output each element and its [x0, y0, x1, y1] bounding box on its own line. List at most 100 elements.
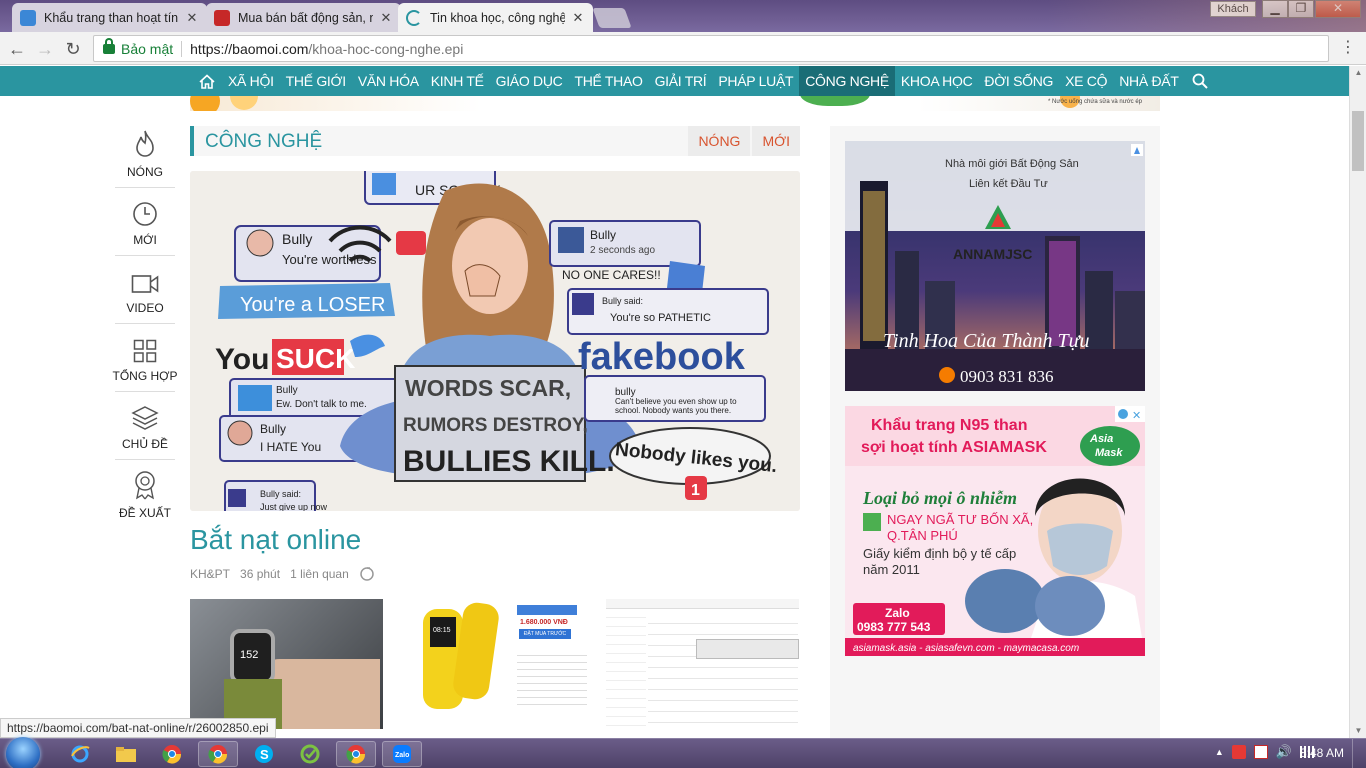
leftnav-de-xuat[interactable]: ĐỀ XUẤT [115, 460, 175, 528]
vertical-scrollbar[interactable]: ▲ ▼ [1349, 66, 1366, 738]
nav-giai-tri[interactable]: GIẢI TRÍ [649, 66, 713, 96]
browser-tab-tin-khoa-hoc[interactable]: Tin khoa học, công nghệ ✕ [398, 3, 593, 32]
nav-xe-co[interactable]: XE CỘ [1059, 66, 1113, 96]
nav-nha-dat[interactable]: NHÀ ĐẤT [1113, 66, 1184, 96]
leftnav-tong-hop[interactable]: TỔNG HỢP [113, 324, 177, 392]
hero-text: You're worthless [282, 252, 377, 267]
leftnav-video[interactable]: VIDEO [115, 256, 175, 324]
grid-icon [133, 339, 157, 363]
maximize-button[interactable]: ❐ [1288, 0, 1314, 18]
ad-cert2: năm 2011 [863, 562, 920, 577]
file-explorer-icon[interactable] [106, 741, 146, 767]
globe-favicon-icon [20, 9, 36, 26]
chrome-menu-icon[interactable]: ⋮ [1338, 38, 1358, 58]
start-button[interactable] [6, 737, 40, 768]
top-banner-ad[interactable]: * Nước uống chứa sữa và nước ép [190, 96, 1160, 111]
tab-moi[interactable]: MỚI [752, 126, 800, 156]
left-section-nav: NÓNG MỚI VIDEO TỔNG HỢP CHỦ ĐỀ ĐỀ XUẤT [113, 120, 177, 528]
leftnav-nong[interactable]: NÓNG [115, 120, 175, 188]
leftnav-moi[interactable]: MỚI [115, 188, 175, 256]
hero-text: Bully said: [260, 489, 301, 499]
tray-expand-icon[interactable]: ▲ [1215, 747, 1224, 757]
article-source[interactable]: KH&PT [190, 567, 230, 581]
internet-explorer-icon[interactable] [60, 741, 100, 767]
reload-icon[interactable]: ↻ [62, 38, 84, 60]
ad-cert1: Giấy kiểm định bộ y tế cấp [863, 546, 1016, 561]
nav-van-hoa[interactable]: VĂN HÓA [352, 66, 425, 96]
nav-the-thao[interactable]: THỂ THAO [568, 66, 648, 96]
skype-icon[interactable]: S [244, 741, 284, 767]
article-headline[interactable]: Bắt nạt online [190, 524, 361, 556]
refresh-circle-icon[interactable] [359, 566, 375, 582]
green-app-icon[interactable] [290, 741, 330, 767]
nav-giao-duc[interactable]: GIÁO DỤC [490, 66, 569, 96]
volume-icon[interactable]: 🔊 [1276, 744, 1292, 760]
thumb-order-label: ĐẶT MUA TRƯỚC [519, 629, 571, 639]
hero-text: BULLIES KILL. [403, 445, 615, 478]
nav-kinh-te[interactable]: KINH TẾ [425, 66, 490, 96]
show-desktop-button[interactable] [1352, 739, 1366, 768]
ad-sites: asiamask.asia - asiasafevn.com - maymaca… [853, 643, 1079, 654]
tab-nong[interactable]: NÓNG [688, 126, 751, 156]
ad-headline1: Khẩu trang N95 than [871, 416, 1027, 434]
ad-brand: ANNAMJSC [953, 246, 1032, 262]
nav-doi-song[interactable]: ĐỜI SỐNG [978, 66, 1059, 96]
forward-arrow-icon[interactable]: → [34, 38, 56, 60]
nav-the-gioi[interactable]: THẾ GIỚI [280, 66, 352, 96]
nav-xa-hoi[interactable]: XÃ HỘI [222, 66, 280, 96]
ad-annam-realestate[interactable]: Nhà môi giới Bất Động Sản Liên kết Đầu T… [845, 141, 1145, 391]
banner-note: * Nước uống chứa sữa và nước ép [1048, 99, 1142, 105]
nav-cong-nghe[interactable]: CÔNG NGHỆ [799, 66, 895, 96]
close-tab-icon[interactable]: ✕ [379, 10, 393, 26]
chrome-window-icon[interactable] [198, 741, 238, 767]
nav-phap-luat[interactable]: PHÁP LUẬT [712, 66, 799, 96]
ad-close-icon: ✕ [1132, 410, 1141, 422]
ad-line1: Nhà môi giới Bất Động Sản [945, 158, 1079, 170]
browser-toolbar: ← → ↻ Bảo mật https://baomoi.com/khoa-ho… [0, 32, 1366, 65]
thumb-smartwatch[interactable]: 152 [190, 599, 383, 729]
ad-line2: Liên kết Đầu Tư [969, 178, 1048, 190]
svg-text:Zalo: Zalo [395, 752, 409, 759]
address-bar[interactable]: Bảo mật https://baomoi.com/khoa-hoc-cong… [93, 35, 1329, 62]
chrome-taskbar-icon[interactable] [152, 741, 192, 767]
thumb-gmail-screenshot[interactable] [606, 599, 799, 729]
thumb-nokia-phone[interactable]: 08:15 1.680.000 VNĐ ĐẶT MUA TRƯỚC [403, 599, 596, 729]
chrome-window-2-icon[interactable] [336, 741, 376, 767]
search-icon[interactable] [1185, 66, 1215, 96]
scrollbar-thumb[interactable] [1352, 111, 1364, 171]
scroll-down-arrow-icon[interactable]: ▼ [1350, 724, 1366, 738]
hero-article-image[interactable]: UR SO UGLY Bully You're worthless You're… [190, 171, 800, 511]
leftnav-chu-de[interactable]: CHỦ ĐỀ [115, 392, 175, 460]
minimize-button[interactable]: ▁ [1262, 0, 1288, 18]
hero-text: Bully said: [602, 296, 643, 306]
nav-khoa-hoc[interactable]: KHOA HỌC [895, 66, 979, 96]
browser-tab-mua-ban[interactable]: Mua bán bất động sản, n ✕ [206, 3, 401, 32]
hero-text: Can't believe you even show up to school… [615, 397, 737, 415]
lock-icon [103, 37, 115, 54]
ad-slogan: Tinh Hoa Của Thành Tựu [883, 330, 1090, 352]
close-window-button[interactable]: ✕ [1315, 0, 1361, 18]
ad-zalo: Zalo [885, 606, 910, 620]
guest-profile-button[interactable]: Khách [1210, 1, 1256, 17]
close-tab-icon[interactable]: ✕ [185, 10, 199, 26]
ad-asiamask[interactable]: ✕ Khẩu trang N95 than sợi hoạt tính ASIA… [845, 406, 1145, 656]
zalo-icon[interactable]: Zalo [382, 741, 422, 767]
browser-tab-khau-trang[interactable]: Khẩu trang than hoạt tính ✕ [12, 3, 207, 32]
site-favicon-icon [214, 9, 230, 26]
taskbar-clock[interactable]: 8:48 AM [1300, 746, 1344, 760]
home-icon[interactable] [192, 66, 222, 96]
scroll-up-arrow-icon[interactable]: ▲ [1350, 66, 1366, 80]
tab-title: Tin khoa học, công nghệ [430, 10, 565, 25]
back-arrow-icon[interactable]: ← [6, 38, 28, 60]
hero-text: Ew. Don't talk to me. [276, 399, 367, 410]
tray-flag-icon[interactable] [1253, 745, 1268, 759]
hero-text: I HATE You [260, 440, 321, 454]
status-bar-url: https://baomoi.com/bat-nat-online/r/2600… [0, 718, 276, 738]
tray-app-icon[interactable] [1231, 745, 1246, 759]
hero-text: You [215, 343, 269, 376]
loading-favicon-icon [406, 9, 422, 26]
close-tab-icon[interactable]: ✕ [571, 10, 585, 26]
article-related[interactable]: 1 liên quan [290, 567, 349, 581]
video-icon [131, 275, 159, 293]
new-tab-button[interactable] [592, 8, 632, 28]
